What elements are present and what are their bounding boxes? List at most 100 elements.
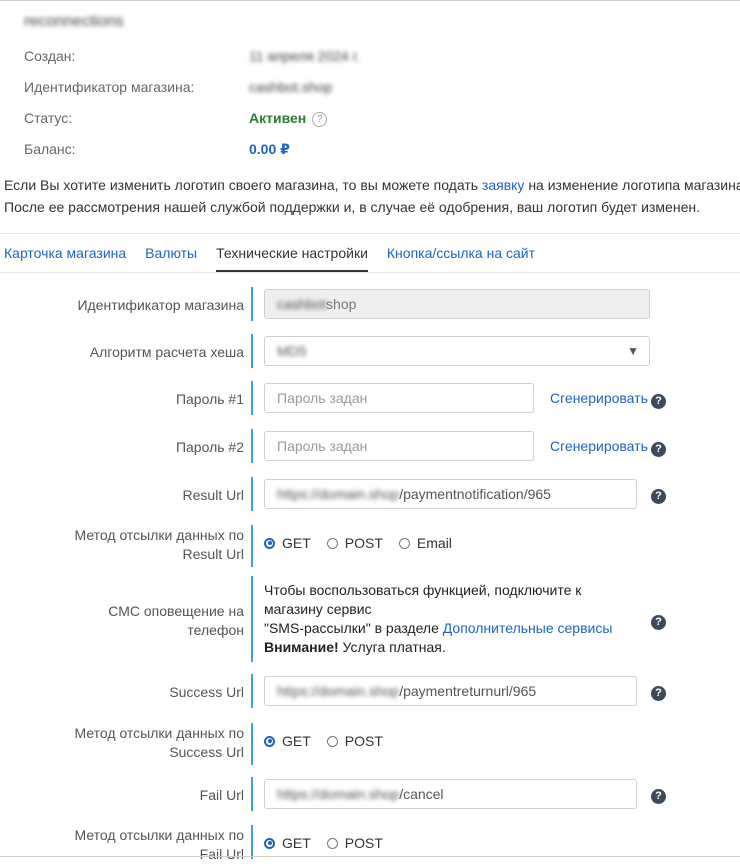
field-marker — [251, 429, 253, 463]
result-url-input[interactable]: https://domain.shop/paymentnotification/… — [264, 479, 637, 509]
help-icon[interactable]: ? — [651, 489, 666, 504]
radio-label: POST — [344, 535, 383, 551]
help-icon[interactable]: ? — [651, 394, 666, 409]
sms-label: СМС оповещение на телефон — [14, 602, 244, 640]
fail-url-label: Fail Url — [199, 787, 244, 803]
result-method-post[interactable]: POST — [326, 535, 383, 551]
bottom-border — [0, 856, 740, 857]
field-marker — [251, 381, 253, 415]
field-marker — [251, 477, 253, 511]
result-method-email[interactable]: Email — [398, 535, 452, 551]
result-url-domain: https://domain.shop — [277, 486, 400, 502]
success-method-post[interactable]: POST — [326, 733, 383, 749]
generate-password2-link[interactable]: Сгенерировать — [550, 438, 648, 454]
fail-method-label-line1: Метод отсылки данных по — [74, 827, 244, 843]
field-marker — [251, 525, 253, 567]
radio-icon — [398, 537, 410, 549]
sms-warning: Внимание! — [264, 639, 339, 655]
sms-label-line1: СМС оповещение на — [108, 603, 244, 619]
status-help-icon[interactable]: ? — [312, 112, 328, 127]
success-method-label: Метод отсылки данных по Success Url — [14, 724, 244, 762]
tab-bar: Карточка магазина Валюты Технические нас… — [4, 236, 554, 272]
result-url-label: Result Url — [182, 487, 244, 503]
shop-id-value: cashbot.shop — [249, 79, 333, 95]
sms-label-line2: телефон — [187, 622, 244, 638]
radio-label: POST — [344, 835, 383, 851]
shop-id-value-blur: cashbot — [277, 296, 327, 312]
fail-method-get[interactable]: GET — [264, 835, 311, 851]
field-marker — [251, 723, 253, 765]
success-method-radio-group: GET POST — [264, 733, 399, 749]
success-method-label-line2: Success Url — [169, 744, 244, 760]
tab-button-link[interactable]: Кнопка/ссылка на сайт — [387, 236, 535, 272]
request-link[interactable]: заявку — [482, 177, 525, 193]
field-marker — [251, 287, 253, 321]
generate-password1-link[interactable]: Сгенерировать — [550, 390, 648, 406]
radio-selected-icon — [264, 837, 275, 849]
hash-algo-label: Алгоритм расчета хеша — [89, 344, 244, 360]
success-url-domain: https://domain.shop — [277, 683, 400, 699]
radio-icon — [326, 837, 338, 849]
tab-technical-settings[interactable]: Технические настройки — [216, 236, 368, 272]
result-url-path: /paymentnotification/965 — [399, 486, 551, 502]
hash-algo-value: MD5 — [277, 343, 307, 359]
result-method-label-line2: Result Url — [182, 546, 244, 562]
password1-label: Пароль #1 — [175, 391, 244, 407]
result-method-label-line1: Метод отсылки данных по — [74, 527, 244, 543]
help-icon[interactable]: ? — [651, 686, 666, 701]
result-method-radio-group: GET POST Email — [264, 535, 468, 551]
status-label: Статус: — [24, 110, 73, 126]
shop-id-field-label: Идентификатор магазина — [77, 297, 244, 313]
tab-divider — [0, 272, 740, 273]
hash-algo-select[interactable]: MD5 ▼ — [264, 336, 650, 366]
fail-method-radio-group: GET POST — [264, 835, 399, 851]
result-method-label: Метод отсылки данных по Result Url — [14, 526, 244, 564]
created-value: 11 апреля 2024 г. — [249, 48, 360, 64]
sms-line2: магазину сервис — [264, 601, 372, 617]
shop-id-input: cashbotshop — [264, 289, 650, 319]
fail-url-path: /cancel — [399, 786, 444, 802]
status-badge: Активен — [249, 110, 307, 126]
fail-method-label: Метод отсылки данных по Fail Url — [14, 826, 244, 864]
radio-label: GET — [282, 535, 311, 551]
created-label: Создан: — [24, 48, 76, 64]
additional-services-link[interactable]: Дополнительные сервисы — [443, 620, 613, 636]
sms-line3: "SMS-рассылки" в разделе — [264, 620, 443, 636]
divider — [0, 233, 740, 234]
radio-icon — [326, 537, 338, 549]
field-marker — [251, 777, 253, 811]
radio-label: Email — [416, 535, 452, 551]
success-url-label: Success Url — [169, 684, 244, 700]
result-method-get[interactable]: GET — [264, 535, 311, 551]
sms-paid-note: Услуга платная. — [338, 639, 446, 655]
balance-label: Баланс: — [24, 141, 76, 157]
shop-title: reconnections — [24, 13, 124, 30]
fail-url-input[interactable]: https://domain.shop/cancel — [264, 779, 637, 809]
radio-label: GET — [282, 835, 311, 851]
help-icon[interactable]: ? — [651, 442, 666, 457]
field-marker — [251, 825, 253, 859]
fail-method-post[interactable]: POST — [326, 835, 383, 851]
radio-selected-icon — [264, 537, 275, 549]
field-marker — [251, 334, 253, 368]
radio-label: GET — [282, 733, 311, 749]
success-method-get[interactable]: GET — [264, 733, 311, 749]
balance-value: 0.00 ₽ — [249, 141, 290, 157]
help-icon[interactable]: ? — [651, 615, 666, 630]
fail-method-label-line2: Fail Url — [199, 846, 244, 862]
help-icon[interactable]: ? — [651, 789, 666, 804]
success-url-input[interactable]: https://domain.shop/paymentreturnurl/965 — [264, 676, 637, 706]
tab-shop-card[interactable]: Карточка магазина — [4, 236, 126, 272]
notice-text-line2: После ее рассмотрения нашей службой подд… — [4, 199, 700, 215]
password1-input[interactable]: Пароль задан — [264, 383, 534, 413]
chevron-down-icon: ▼ — [627, 344, 639, 358]
radio-label: POST — [344, 733, 383, 749]
field-marker — [251, 674, 253, 708]
tab-currencies[interactable]: Валюты — [145, 236, 197, 272]
password2-input[interactable]: Пароль задан — [264, 431, 534, 461]
field-marker — [251, 576, 253, 662]
shop-id-label: Идентификатор магазина: — [24, 79, 195, 95]
sms-description: Чтобы воспользоваться функцией, подключи… — [264, 581, 612, 657]
top-border — [0, 0, 740, 1]
shop-id-suffix: shop — [326, 296, 357, 312]
